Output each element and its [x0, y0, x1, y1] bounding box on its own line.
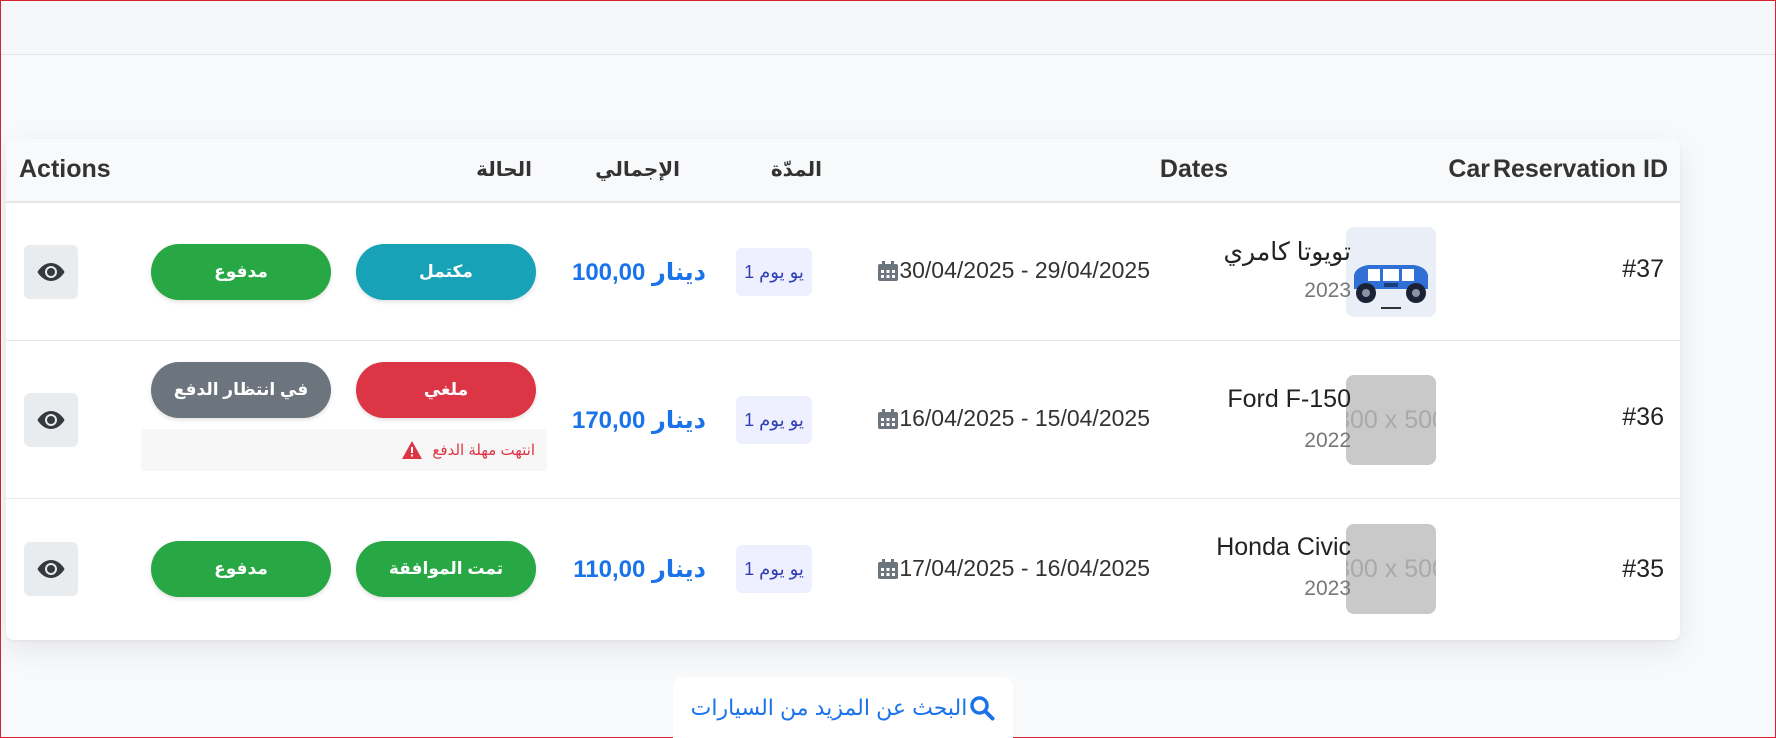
reservation-id: #36: [1622, 403, 1664, 431]
car-name: Ford F-150: [1227, 385, 1351, 413]
car-name: Honda Civic: [1216, 533, 1351, 561]
calendar-icon: [878, 260, 899, 281]
car-year: 2023: [1304, 577, 1351, 600]
status-badge: مكتمل: [356, 244, 536, 300]
calendar-icon: [878, 558, 899, 579]
car-image-placeholder: 300 x 500: [1346, 524, 1436, 614]
duration-badge: 1 يو يوم: [736, 396, 812, 444]
dates-text: 17/04/2025 - 16/04/2025: [899, 555, 1150, 581]
reservations-table: Reservation ID Car Dates المدّة الإجمالي…: [6, 139, 1680, 640]
total-price: 100,00 دينار: [571, 259, 706, 286]
search-more-cars-button[interactable]: البحث عن المزيد من السيارات: [673, 677, 1013, 738]
header-dates: Dates: [1159, 155, 1228, 183]
car-year: 2023: [1304, 279, 1351, 302]
car-name: تويوتا كامري: [1223, 238, 1351, 266]
reservation-id: #37: [1622, 255, 1664, 283]
header-total: الإجمالي: [595, 159, 680, 181]
eye-icon: [37, 263, 65, 281]
top-navbar: [1, 1, 1775, 55]
eye-icon: [37, 411, 65, 429]
status-badge: تمت الموافقة: [356, 541, 536, 597]
table-row: #36 300 x 500 Ford F-150 2022 16/04/2025…: [6, 341, 1680, 499]
table-row: #37 تويوتا كامري 2023 30/04/2025 - 29/04…: [6, 203, 1680, 341]
status-badge: ملغي: [356, 362, 536, 418]
view-button[interactable]: [24, 245, 78, 299]
table-header: Reservation ID Car Dates المدّة الإجمالي…: [6, 139, 1680, 203]
header-status: الحالة: [476, 159, 532, 181]
payment-status-badge: مدفوع: [151, 541, 331, 597]
view-button[interactable]: [24, 393, 78, 447]
header-actions: Actions: [19, 155, 111, 183]
duration-badge: 1 يو يوم: [736, 248, 812, 296]
reservation-dates: 30/04/2025 - 29/04/2025: [875, 257, 1150, 284]
car-image: [1346, 227, 1436, 317]
eye-icon: [37, 560, 65, 578]
warning-icon: [402, 441, 423, 459]
dates-text: 30/04/2025 - 29/04/2025: [899, 257, 1150, 283]
warning-text: انتهت مهلة الدفع: [432, 442, 535, 459]
payment-timeout-alert: انتهت مهلة الدفع: [141, 429, 547, 471]
header-duration: المدّة: [770, 159, 822, 181]
payment-status-badge: في انتظار الدفع: [151, 362, 331, 418]
reservation-dates: 17/04/2025 - 16/04/2025: [875, 555, 1150, 582]
calendar-icon: [878, 408, 899, 429]
search-more-label: البحث عن المزيد من السيارات: [690, 695, 968, 720]
header-car: Car: [1448, 155, 1490, 183]
dates-text: 16/04/2025 - 15/04/2025: [899, 405, 1150, 431]
view-button[interactable]: [24, 542, 78, 596]
search-icon: [970, 696, 995, 721]
total-price: 170,00 دينار: [571, 407, 706, 434]
car-image-placeholder: 300 x 500: [1346, 375, 1436, 465]
car-year: 2022: [1304, 429, 1351, 452]
header-reservation-id: Reservation ID: [1492, 155, 1668, 183]
reservation-id: #35: [1622, 555, 1664, 583]
table-row: #35 300 x 500 Honda Civic 2023 17/04/202…: [6, 499, 1680, 640]
total-price: 110,00 دينار: [573, 556, 706, 583]
duration-badge: 1 يو يوم: [736, 545, 812, 593]
reservation-dates: 16/04/2025 - 15/04/2025: [875, 405, 1150, 432]
payment-status-badge: مدفوع: [151, 244, 331, 300]
